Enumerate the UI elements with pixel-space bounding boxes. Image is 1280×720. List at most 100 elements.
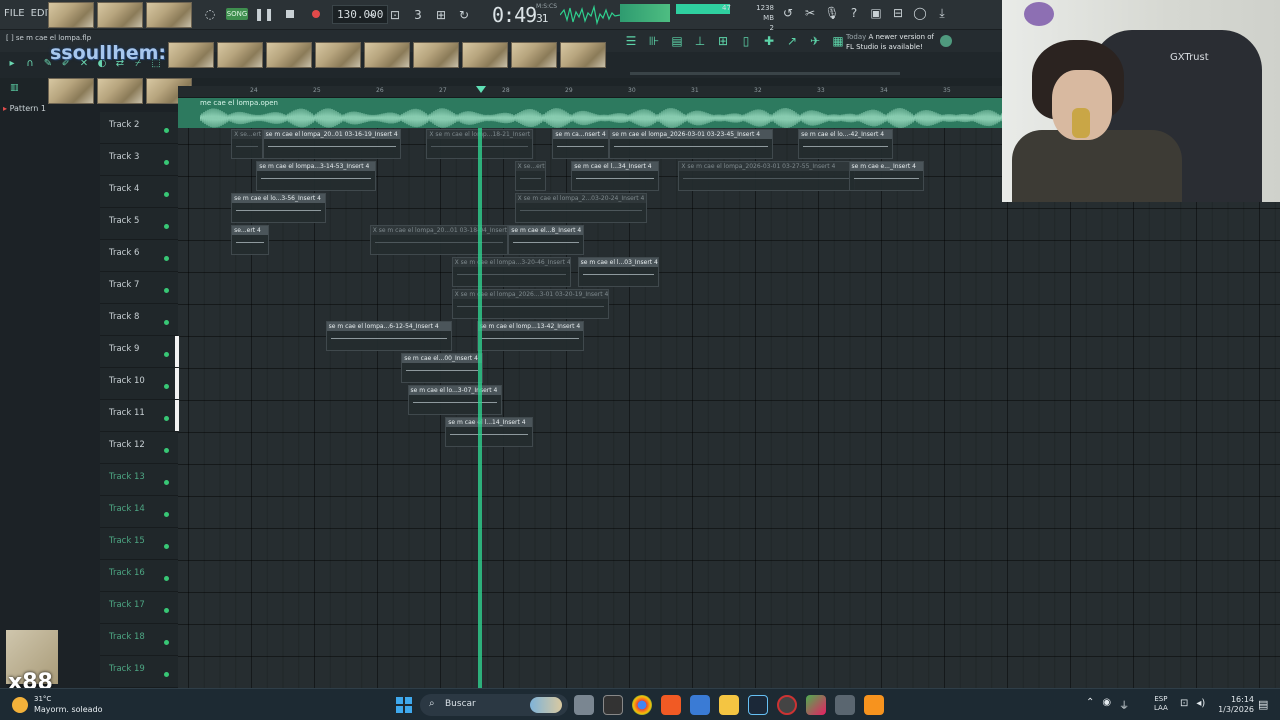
plugin-picker-icon[interactable]: ✚	[760, 32, 778, 50]
track-enable-led[interactable]	[164, 480, 169, 485]
project-tools-icon[interactable]: ✈	[806, 32, 824, 50]
audio-clip[interactable]: se m ca...nsert 4	[552, 129, 610, 159]
playlist-menu-icon[interactable]: ▸	[6, 58, 18, 70]
epic-games-icon[interactable]	[603, 695, 623, 715]
track-selection-grip[interactable]	[175, 400, 179, 431]
audio-clip[interactable]: se m cae el lompa_20..01 03-16-19_Insert…	[262, 129, 402, 159]
track-enable-led[interactable]	[164, 512, 169, 517]
app-icon[interactable]	[806, 695, 826, 715]
notification-icon[interactable]: ▤	[1258, 698, 1268, 711]
file-explorer-icon[interactable]	[719, 695, 739, 715]
chrome-icon[interactable]	[632, 695, 652, 715]
mixer-window-icon[interactable]: ⊥	[691, 32, 709, 50]
track-header[interactable]: Track 14	[100, 496, 178, 528]
task-view-icon[interactable]	[574, 695, 594, 715]
pattern-selector[interactable]: ▸ Pattern 1	[3, 104, 46, 113]
weather-description[interactable]: Mayorm. soleado	[34, 705, 103, 714]
metronome-icon[interactable]: ◌	[200, 4, 220, 24]
track-header[interactable]: Track 2	[100, 112, 178, 144]
track-enable-led[interactable]	[164, 608, 169, 613]
obs-icon[interactable]	[777, 695, 797, 715]
track-enable-led[interactable]	[164, 352, 169, 357]
track-header[interactable]: Track 15	[100, 528, 178, 560]
undo-icon[interactable]: ↺	[780, 5, 796, 21]
track-enable-led[interactable]	[164, 224, 169, 229]
browser-icon[interactable]: ▯	[737, 32, 755, 50]
touch-keyboard-icon[interactable]: ↗	[783, 32, 801, 50]
track-header[interactable]: Track 8	[100, 304, 178, 336]
track-header[interactable]: Track 11	[100, 400, 179, 432]
usb-icon[interactable]: ⏚	[1119, 697, 1129, 712]
playhead-marker[interactable]	[476, 86, 486, 93]
magnet-icon[interactable]: ∩	[24, 58, 36, 70]
track-header[interactable]: Track 12	[100, 432, 178, 464]
audio-clip[interactable]: se m cae el...00_Insert 4	[401, 353, 484, 383]
fl-studio-icon[interactable]	[864, 695, 884, 715]
track-enable-led[interactable]	[164, 192, 169, 197]
windows-start-button[interactable]	[396, 697, 412, 713]
menu-file[interactable]: FILE	[4, 8, 25, 19]
download-icon[interactable]: ⤓	[934, 5, 950, 21]
globe-icon[interactable]	[940, 35, 952, 47]
track-selection-grip[interactable]	[175, 336, 179, 367]
step-edit-icon[interactable]: ⊡	[385, 5, 405, 25]
chat-icon[interactable]: ◯	[912, 5, 928, 21]
audio-clip[interactable]: X se m cae el lompa_2026...3-01 03-20-19…	[451, 289, 610, 319]
track-enable-led[interactable]	[164, 160, 169, 165]
track-header[interactable]: Track 18	[100, 624, 178, 656]
tools-icon[interactable]: ✂	[802, 5, 818, 21]
audio-clip[interactable]: se m cae el lo...3-56_Insert 4	[231, 193, 326, 223]
audio-clip[interactable]: X se m cae el lompa_2026-03-01 03-27-55_…	[678, 161, 855, 191]
track-enable-led[interactable]	[164, 544, 169, 549]
save-icon[interactable]: ▣	[868, 5, 884, 21]
audio-clip[interactable]: se m cae el lo...-42_Insert 4	[798, 129, 893, 159]
audio-clip[interactable]: X se m cae el lompa_2...03-20-24_Insert …	[514, 193, 647, 223]
news-panel[interactable]: Today A newer version of FL Studio is av…	[846, 32, 934, 52]
audio-clip[interactable]: se m cae el lompa...6-12-54_Insert 4	[325, 321, 452, 351]
audio-clip[interactable]: se...ert 4	[231, 225, 269, 255]
taskbar-search[interactable]: ⌕ Buscar	[420, 694, 568, 716]
track-enable-led[interactable]	[164, 320, 169, 325]
audio-clip[interactable]: se m cae el l...34_Insert 4	[571, 161, 660, 191]
plugin-database-icon[interactable]: ⊞	[714, 32, 732, 50]
track-enable-led[interactable]	[164, 416, 169, 421]
language-indicator[interactable]: ESP LAA	[1154, 695, 1168, 713]
track-header[interactable]: Track 17	[100, 592, 178, 624]
channel-rack-icon[interactable]: ▤	[668, 32, 686, 50]
audio-clip[interactable]: se m cae el lompa_2026-03-01 03-23-45_In…	[609, 129, 773, 159]
audio-clip[interactable]: se m cae e..._Insert 4	[848, 161, 925, 191]
piano-roll-icon[interactable]: ⊪	[645, 32, 663, 50]
taskbar-clock[interactable]: 16:14 1/3/2026	[1216, 695, 1254, 715]
blend-notes-icon[interactable]: ⊞	[431, 5, 451, 25]
stop-button[interactable]	[280, 4, 300, 24]
track-enable-led[interactable]	[164, 672, 169, 677]
audio-clip[interactable]: se m cae el l...14_Insert 4	[445, 417, 534, 447]
audio-clip[interactable]: X se...ert 4	[514, 161, 547, 191]
microphone-icon[interactable]: 🎙	[824, 5, 840, 21]
audio-clip[interactable]: X se m cae el lompa_20...01 03-18-04_Ins…	[369, 225, 509, 255]
weather-temperature[interactable]: 31°C	[34, 695, 51, 703]
typing-keyboard-icon[interactable]: ⌁	[362, 5, 382, 25]
track-header[interactable]: Track 7	[100, 272, 178, 304]
track-header[interactable]: Track 4	[100, 176, 178, 208]
countdown-icon[interactable]: 3	[408, 5, 428, 25]
loop-record-icon[interactable]: ↻	[454, 5, 474, 25]
pause-button[interactable]: ❚❚	[254, 4, 274, 24]
audio-clip[interactable]: se m cae el l...03_Insert 4	[577, 257, 660, 287]
quick-settings[interactable]: ⊡ ◂)	[1180, 698, 1205, 709]
snap-icon[interactable]: ▥	[10, 83, 22, 93]
track-header[interactable]: Track 19	[100, 656, 178, 688]
track-header[interactable]: Track 10	[100, 368, 179, 400]
audio-clip[interactable]: X se...ert 4	[231, 129, 263, 159]
templates-icon[interactable]: ▦	[829, 32, 847, 50]
audio-clip[interactable]: X se m cae el lompa...3-20-46_Insert 4	[451, 257, 572, 287]
settings-app-icon[interactable]	[835, 695, 855, 715]
track-enable-led[interactable]	[164, 576, 169, 581]
steam-icon[interactable]	[748, 695, 768, 715]
track-enable-led[interactable]	[164, 128, 169, 133]
track-header[interactable]: Track 3	[100, 144, 178, 176]
track-header[interactable]: Track 6	[100, 240, 178, 272]
timeline-ruler[interactable]: 24 25 26 27 28 29 30 31 32 33 34 35	[178, 86, 1002, 98]
track-header[interactable]: Track 13	[100, 464, 178, 496]
track-enable-led[interactable]	[164, 384, 169, 389]
